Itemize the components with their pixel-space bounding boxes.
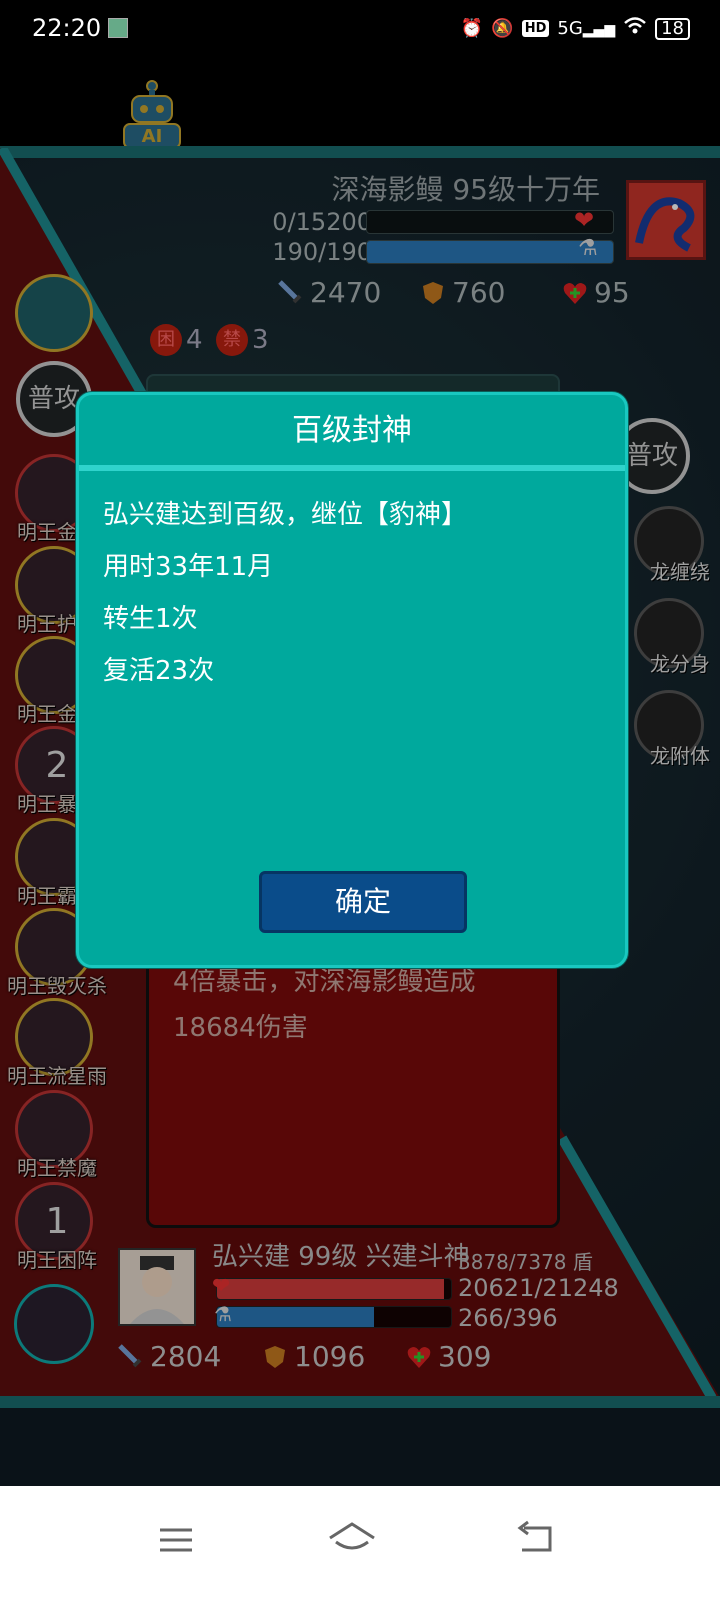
level-up-dialog: 百级封神 弘兴建达到百级，继位【豹神】 用时33年11月 转生1次 复活23次 …	[76, 392, 628, 968]
navigation-bar	[0, 1486, 720, 1605]
status-icons: ⏰ 🔕 HD 5G▂▄▆ 18	[461, 16, 690, 41]
dialog-line-1: 弘兴建达到百级，继位【豹神】	[103, 500, 468, 530]
dialog-body: 弘兴建达到百级，继位【豹神】 用时33年11月 转生1次 复活23次	[103, 489, 603, 697]
home-icon[interactable]	[322, 1510, 382, 1570]
network-type: 5G	[557, 18, 583, 39]
signal-icon: 5G▂▄▆	[557, 18, 616, 39]
dialog-line-3: 转生1次	[103, 604, 198, 634]
mute-icon: 🔕	[491, 18, 514, 39]
hd-icon: HD	[521, 20, 550, 37]
back-icon[interactable]	[506, 1510, 566, 1570]
dialog-line-2: 用时33年11月	[103, 552, 274, 582]
app-notification-icon	[108, 18, 128, 38]
alarm-icon: ⏰	[460, 18, 484, 39]
battery-icon: 18	[655, 17, 690, 40]
dialog-line-4: 复活23次	[103, 656, 215, 686]
status-time: 22:20	[32, 14, 102, 42]
dialog-divider	[79, 465, 625, 471]
status-bar: 22:20 ⏰ 🔕 HD 5G▂▄▆ 18	[0, 0, 720, 58]
confirm-button[interactable]: 确定	[259, 871, 467, 933]
wifi-icon	[623, 16, 647, 41]
menu-icon[interactable]	[146, 1510, 206, 1570]
dialog-title: 百级封神	[292, 413, 412, 448]
